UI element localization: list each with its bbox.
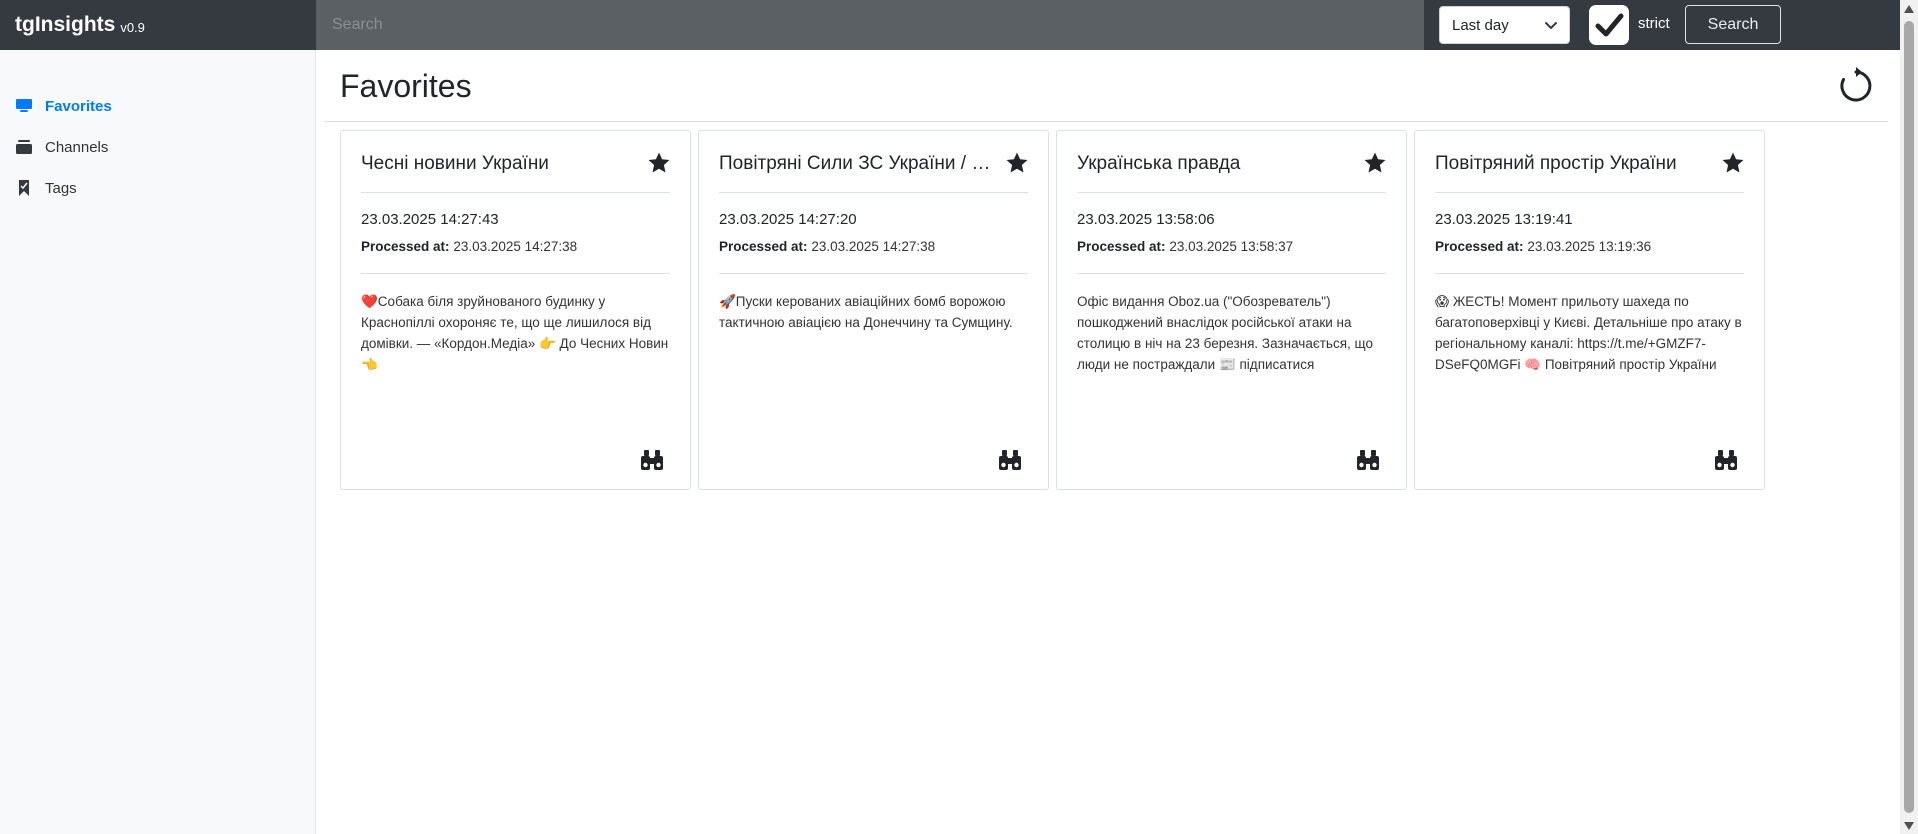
card-text: 🚀Пуски керованих авіаційних бомб ворожою… [719, 294, 1013, 330]
checkmark-icon [1595, 13, 1624, 37]
card-divider [1077, 192, 1386, 193]
processed-label: Processed at: [1077, 239, 1166, 254]
binoculars-icon[interactable] [998, 449, 1022, 471]
sidebar-item-favorites[interactable]: Favorites [15, 94, 112, 118]
page-scrollbar[interactable] [1900, 0, 1918, 834]
channel-card: Чесні новини України 23.03.2025 14:27:43… [340, 130, 691, 490]
card-divider [719, 273, 1028, 274]
star-icon[interactable] [1363, 151, 1387, 175]
star-icon[interactable] [647, 151, 671, 175]
card-processed: Processed at: 23.03.2025 14:27:38 [719, 239, 935, 254]
card-text: 😱 ЖЕСТЬ! Момент прильоту шахеда по багат… [1435, 294, 1742, 372]
card-date: 23.03.2025 14:27:20 [719, 211, 857, 228]
title-divider [324, 121, 1888, 122]
channel-card: Українська правда 23.03.2025 13:58:06 Pr… [1056, 130, 1407, 490]
card-title[interactable]: Повітряний простір України [1435, 153, 1715, 175]
processed-value: 23.03.2025 13:58:37 [1169, 239, 1294, 254]
inbox-stack-icon [15, 138, 33, 156]
brand-name: tgInsights [15, 13, 116, 36]
scrollbar-thumb[interactable] [1904, 21, 1914, 813]
processed-label: Processed at: [1435, 239, 1524, 254]
card-processed: Processed at: 23.03.2025 13:19:36 [1435, 239, 1651, 254]
strict-label: strict [1638, 15, 1670, 32]
card-divider [719, 192, 1028, 193]
processed-value: 23.03.2025 14:27:38 [811, 239, 936, 254]
card-date: 23.03.2025 13:19:41 [1435, 211, 1573, 228]
sidebar: Favorites Channels Tags [0, 50, 316, 834]
card-text: ❤️Собака біля зруйнованого будинку у Кра… [361, 294, 669, 372]
processed-label: Processed at: [719, 239, 808, 254]
card-divider [361, 192, 670, 193]
sidebar-item-label: Tags [45, 179, 77, 197]
card-processed: Processed at: 23.03.2025 13:58:37 [1077, 239, 1293, 254]
scroll-down-arrow-icon[interactable] [1900, 817, 1918, 834]
sidebar-item-channels[interactable]: Channels [15, 135, 108, 159]
brand[interactable]: tgInsights v0.9 [0, 0, 316, 50]
main-content: Favorites Чесні новини України 23.03.202… [324, 50, 1888, 834]
bookmark-icon [15, 179, 33, 197]
strict-checkbox[interactable] [1589, 5, 1629, 45]
channel-card: Повітряні Сили ЗС України / ПС ЗСУ 23.03… [698, 130, 1049, 490]
card-text: Офіс видання Oboz.ua ("Обозреватель") по… [1077, 294, 1373, 372]
card-divider [1435, 192, 1744, 193]
monitor-icon [15, 97, 33, 115]
period-select-value: Last day [1452, 16, 1509, 34]
search-button[interactable]: Search [1685, 5, 1781, 44]
star-icon[interactable] [1005, 151, 1029, 175]
star-icon[interactable] [1721, 151, 1745, 175]
page-title: Favorites [340, 68, 472, 104]
binoculars-icon[interactable] [1714, 449, 1738, 471]
scroll-up-arrow-icon[interactable] [1900, 0, 1918, 17]
top-navbar: tgInsights v0.9 Last day strict Search [0, 0, 1900, 50]
sidebar-item-label: Favorites [45, 97, 112, 115]
period-select[interactable]: Last day [1439, 6, 1570, 44]
chevron-down-icon [1545, 22, 1557, 29]
refresh-icon[interactable] [1836, 66, 1876, 106]
search-input[interactable] [316, 0, 1424, 50]
app-version: v0.9 [120, 19, 145, 35]
sidebar-item-label: Channels [45, 138, 109, 156]
card-divider [1077, 273, 1386, 274]
card-processed: Processed at: 23.03.2025 14:27:38 [361, 239, 577, 254]
card-title[interactable]: Українська правда [1077, 153, 1357, 175]
card-divider [361, 273, 670, 274]
card-date: 23.03.2025 14:27:43 [361, 211, 499, 228]
processed-value: 23.03.2025 14:27:38 [453, 239, 578, 254]
card-date: 23.03.2025 13:58:06 [1077, 211, 1215, 228]
card-title[interactable]: Повітряні Сили ЗС України / ПС ЗСУ [719, 153, 999, 175]
binoculars-icon[interactable] [640, 449, 664, 471]
processed-value: 23.03.2025 13:19:36 [1527, 239, 1652, 254]
card-divider [1435, 273, 1744, 274]
sidebar-item-tags[interactable]: Tags [15, 176, 77, 200]
channel-card: Повітряний простір України 23.03.2025 13… [1414, 130, 1765, 490]
processed-label: Processed at: [361, 239, 450, 254]
binoculars-icon[interactable] [1356, 449, 1380, 471]
card-title[interactable]: Чесні новини України [361, 153, 641, 175]
